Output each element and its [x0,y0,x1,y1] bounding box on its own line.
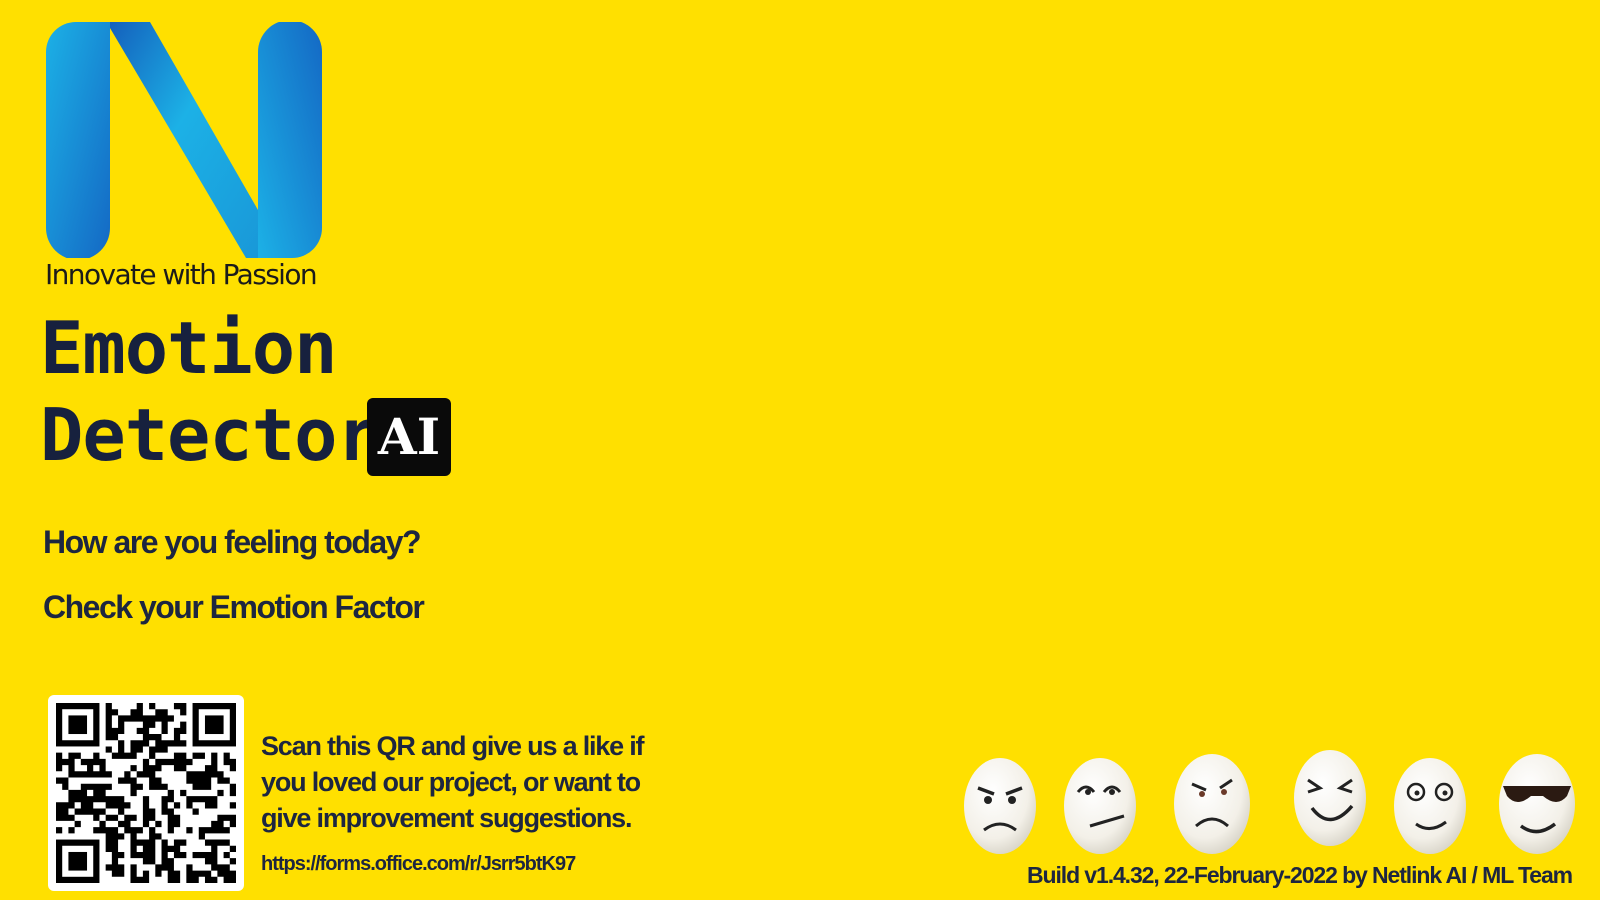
build-info: Build v1.4.32, 22-February-2022 by Netli… [1027,862,1573,888]
brand-tagline: Innovate with Passion [45,258,318,291]
qr-finder-pattern [192,703,236,747]
app-title-line2: Detector [40,393,380,477]
surprised-egg-icon [1394,758,1466,854]
qr-finder-pattern [56,839,100,883]
qr-code-icon [56,703,236,883]
feedback-text: Scan this QR and give us a like if you l… [261,728,645,836]
feedback-qr-code[interactable] [48,695,244,891]
feedback-form-link[interactable]: https://forms.office.com/r/Jsrr5btK97 [261,853,576,876]
netlink-n-logo-icon [46,22,322,258]
feeling-question: How are you feeling today? [43,524,422,560]
netlink-logo [46,22,322,258]
emotion-eggs [960,750,1580,860]
annoyed-egg-icon [1174,754,1250,854]
feedback-line-2: you loved our project, or want to [261,767,641,797]
angry-egg-icon [964,758,1036,854]
feedback-line-1: Scan this QR and give us a like if [261,731,645,761]
cool-sunglasses-egg-icon [1499,754,1575,854]
ai-badge: AI [367,398,451,476]
qr-finder-pattern [56,703,100,747]
feedback-line-3: give improvement suggestions. [261,803,632,833]
app-title-line1: Emotion [40,306,337,390]
emotion-factor-cta: Check your Emotion Factor [43,589,425,625]
skeptical-egg-icon [1064,758,1136,854]
laughing-egg-icon [1294,750,1366,846]
